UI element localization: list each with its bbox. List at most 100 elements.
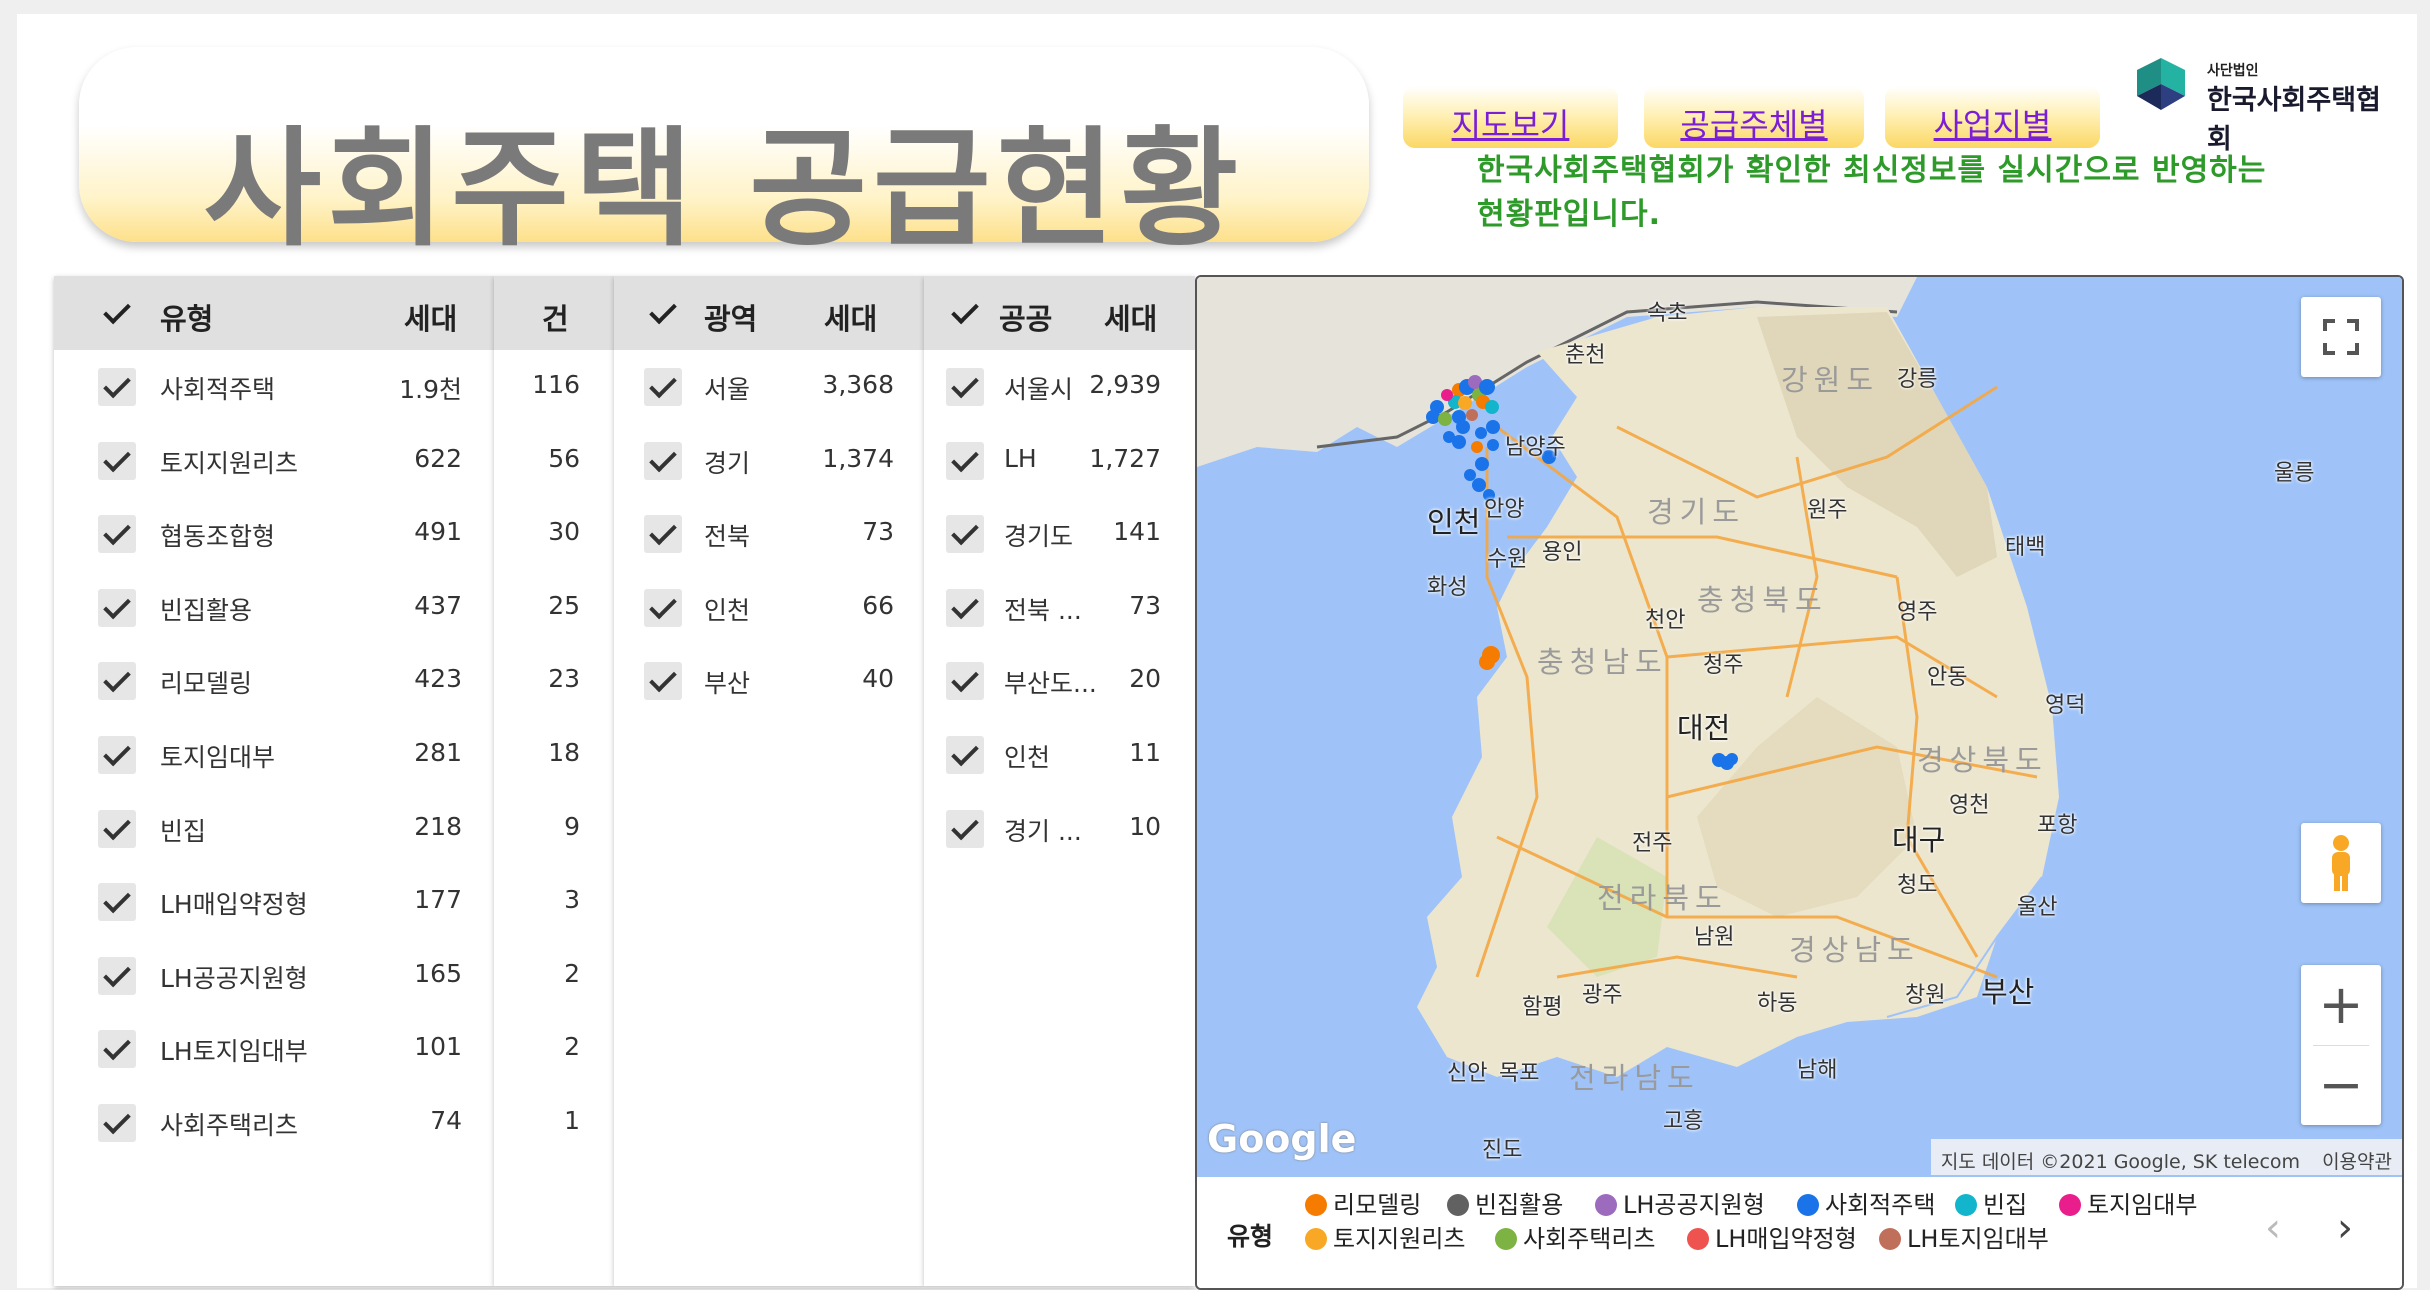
type-row-checkbox[interactable] (98, 1104, 136, 1142)
map-label-namhae: 남해 (1797, 1058, 1838, 1083)
google-logo[interactable]: Google (1207, 1117, 1356, 1161)
legend-item[interactable]: 토지임대부 (2059, 1185, 2197, 1220)
public-row[interactable]: LH 1,727 (924, 424, 1195, 498)
public-row-checkbox[interactable] (946, 736, 984, 774)
map-canvas[interactable]: 속초 춘천 강원도 강릉 울릉 남양주 인천 안양 경기도 원주 수원 용인 태… (1197, 277, 2402, 1177)
map-label-gwangju: 광주 (1582, 983, 1623, 1008)
zoom-out-button[interactable]: − (2301, 1045, 2381, 1125)
public-row[interactable]: 서울시 2,939 (924, 350, 1195, 424)
type-row-checkbox[interactable] (98, 1030, 136, 1069)
map-label-hadong: 하동 (1757, 991, 1798, 1016)
type-row[interactable]: 토지지원리츠 622 (54, 424, 494, 498)
public-row[interactable]: 경기도 141 (924, 497, 1195, 571)
type-row-checkbox[interactable] (98, 441, 136, 480)
type-row[interactable]: 협동조합형 491 (54, 497, 494, 571)
region-row-checkbox[interactable] (644, 662, 682, 701)
region-row[interactable]: 부산 40 (614, 644, 924, 718)
type-row-checkbox[interactable] (98, 736, 136, 774)
select-all-type-checkbox[interactable] (98, 294, 136, 332)
region-row[interactable]: 서울 3,368 (614, 350, 924, 424)
type-row-checkbox[interactable] (98, 883, 136, 922)
public-row[interactable]: 부산도... 20 (924, 644, 1195, 718)
select-all-region-checkbox[interactable] (644, 294, 682, 332)
type-row[interactable]: LH매입약정형 177 (54, 865, 494, 939)
map-label-ulleung: 울릉 (2274, 461, 2315, 486)
type-row[interactable]: 사회주택리츠 74 (54, 1086, 494, 1160)
type-row[interactable]: 토지임대부 281 (54, 718, 494, 792)
zoom-in-button[interactable]: + (2301, 965, 2381, 1045)
fullscreen-button[interactable] (2301, 297, 2381, 377)
public-row-checkbox[interactable] (946, 588, 984, 627)
legend-item[interactable]: LH매입약정형 (1687, 1219, 1857, 1254)
type-row[interactable]: 사회적주택 1.9천 (54, 350, 494, 424)
type-name: 사회적주택 (160, 375, 276, 404)
legend-item[interactable]: LH토지임대부 (1879, 1219, 2049, 1254)
street-view-button[interactable] (2301, 823, 2381, 903)
type-households: 177 (414, 885, 462, 915)
region-row[interactable]: 인천 66 (614, 571, 924, 645)
legend-item[interactable]: 사회적주택 (1797, 1185, 1935, 1220)
type-row-checkbox[interactable] (98, 956, 136, 995)
public-row-checkbox[interactable] (946, 662, 984, 701)
type-count: 56 (548, 443, 580, 473)
legend-label: LH매입약정형 (1715, 1225, 1857, 1253)
region-row[interactable]: 경기 1,374 (614, 424, 924, 498)
map-label-yongin: 용인 (1542, 540, 1583, 565)
region-header[interactable]: 광역 (704, 296, 757, 338)
region-row-checkbox[interactable] (644, 368, 682, 406)
type-row[interactable]: LH토지임대부 101 (54, 1012, 494, 1086)
type-row[interactable]: LH공공지원형 165 (54, 939, 494, 1013)
legend-item[interactable]: 사회주택리츠 (1495, 1219, 1655, 1254)
region-row-checkbox[interactable] (644, 588, 682, 627)
nav-by-project-label[interactable]: 사업지별 (1934, 100, 2052, 146)
type-header[interactable]: 유형 (160, 296, 213, 338)
nav-map-view-button[interactable]: 지도보기 (1403, 86, 1618, 148)
type-row-checkbox[interactable] (98, 809, 136, 848)
type-row-checkbox[interactable] (98, 515, 136, 554)
public-row-checkbox[interactable] (946, 809, 984, 848)
public-row-checkbox[interactable] (946, 515, 984, 554)
map-label-chuncheon: 춘천 (1565, 343, 1606, 368)
legend-item[interactable]: 리모델링 (1305, 1185, 1421, 1220)
map-label-yeongju: 영주 (1897, 600, 1938, 625)
public-row-checkbox[interactable] (946, 441, 984, 480)
type-row-checkbox[interactable] (98, 368, 136, 406)
public-row[interactable]: 경기 ... 10 (924, 792, 1195, 866)
public-row[interactable]: 인천 11 (924, 718, 1195, 792)
nav-map-view-label[interactable]: 지도보기 (1452, 100, 1570, 146)
legend-label: LH토지임대부 (1907, 1225, 2049, 1253)
type-row-checkbox[interactable] (98, 588, 136, 627)
nav-by-supplier-button[interactable]: 공급주체별 (1644, 86, 1864, 148)
map-attribution: 지도 데이터 ©2021 Google, SK telecom 이용약관 (1930, 1139, 2402, 1175)
type-row[interactable]: 빈집 218 (54, 792, 494, 866)
association-logo[interactable]: 사단법인 한국사회주택협회 (2133, 56, 2403, 155)
legend-item[interactable]: 빈집 (1955, 1185, 2027, 1220)
legend-item[interactable]: 빈집활용 (1447, 1185, 1563, 1220)
count-header[interactable]: 건 (542, 296, 569, 338)
legend-next-button[interactable]: › (2337, 1205, 2353, 1251)
public-households-header[interactable]: 세대 (1104, 296, 1157, 338)
public-header[interactable]: 공공 (999, 296, 1052, 338)
region-row-checkbox[interactable] (644, 515, 682, 554)
region-households-header[interactable]: 세대 (824, 296, 877, 338)
region-row[interactable]: 전북 73 (614, 497, 924, 571)
nav-by-project-button[interactable]: 사업지별 (1885, 86, 2100, 148)
public-row[interactable]: 전북 ... 73 (924, 571, 1195, 645)
legend-prev-button[interactable]: ‹ (2265, 1205, 2281, 1251)
type-count: 25 (548, 590, 580, 620)
type-row[interactable]: 리모델링 423 (54, 644, 494, 718)
nav-by-supplier-label[interactable]: 공급주체별 (1680, 100, 1827, 146)
legend-item[interactable]: LH공공지원형 (1595, 1185, 1765, 1220)
select-all-public-checkbox[interactable] (946, 294, 984, 332)
type-row[interactable]: 빈집활용 437 (54, 571, 494, 645)
region-row-checkbox[interactable] (644, 441, 682, 480)
public-row-checkbox[interactable] (946, 368, 984, 406)
type-count-column: 건 116 56 30 25 23 18 9 3 2 2 1 (494, 276, 614, 1286)
map-label-ulsan: 울산 (2017, 895, 2058, 920)
type-row-checkbox[interactable] (98, 662, 136, 701)
region-households: 66 (862, 590, 894, 620)
type-households-header[interactable]: 세대 (404, 296, 457, 338)
terms-link[interactable]: 이용약관 (2322, 1151, 2392, 1173)
legend-item[interactable]: 토지지원리츠 (1305, 1219, 1465, 1254)
map-label-daejeon: 대전 (1677, 711, 1731, 745)
